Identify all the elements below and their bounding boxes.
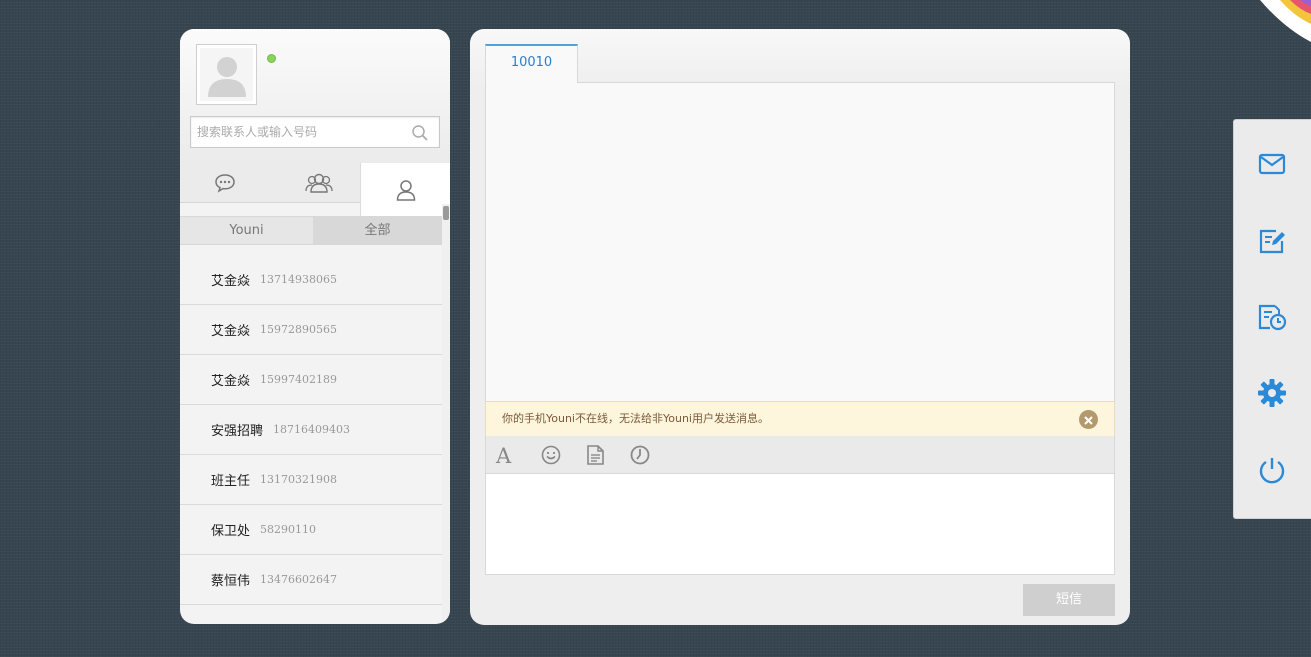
tab-contacts[interactable] (360, 163, 450, 217)
contact-phone: 13476602647 (260, 573, 337, 586)
contact-phone: 13170321908 (260, 473, 337, 486)
template-icon[interactable] (583, 443, 607, 467)
notice-text: 你的手机Youni不在线，无法给非Youni用户发送消息。 (502, 412, 769, 425)
list-item[interactable]: 艾金焱 15972890565 (180, 305, 442, 355)
emoji-icon[interactable] (539, 443, 563, 467)
contact-name: 保卫处 (211, 524, 251, 539)
conversation-tab[interactable]: 10010 (485, 44, 578, 83)
contact-name: 艾金焱 (211, 374, 251, 389)
compose-toolbar: A (485, 436, 1115, 474)
contact-name: 班主任 (211, 474, 251, 489)
contact-name: 艾金焱 (211, 324, 251, 339)
power-icon[interactable] (1256, 454, 1288, 486)
contact-phone: 58290110 (260, 523, 317, 536)
filter-youni-tab[interactable]: Youni (180, 217, 313, 244)
offline-notice: 你的手机Youni不在线，无法给非Youni用户发送消息。 (485, 401, 1115, 437)
settings-icon[interactable] (1256, 377, 1288, 409)
message-input[interactable] (486, 474, 1114, 574)
send-sms-button[interactable]: 短信 (1023, 584, 1115, 616)
contact-filter-bar: Youni 全部 (180, 216, 442, 245)
compose-icon[interactable] (1256, 225, 1288, 257)
list-item[interactable]: 保卫处 58290110 (180, 505, 442, 555)
list-item[interactable]: 艾金焱 15997402189 (180, 355, 442, 405)
online-status-indicator (267, 54, 276, 63)
contact-name: 艾金焱 (211, 274, 251, 289)
contacts-panel: Youni 全部 艾金焱 13714938065 艾金焱 15972890565… (180, 29, 450, 624)
chat-bubble-icon (215, 173, 235, 193)
compose-box (485, 473, 1115, 575)
search-input[interactable] (191, 117, 401, 147)
default-avatar-icon (208, 57, 246, 97)
group-icon (305, 173, 333, 193)
conversation-panel: 10010 你的手机Youni不在线，无法给非Youni用户发送消息。 A 短信 (470, 29, 1130, 625)
list-item[interactable]: 班主任 13170321908 (180, 455, 442, 505)
contact-name: 安强招聘 (211, 424, 264, 439)
contact-list-scrollbar[interactable] (442, 204, 450, 624)
avatar[interactable] (196, 44, 257, 105)
search-icon[interactable] (411, 124, 429, 146)
scrollbar-thumb[interactable] (443, 206, 449, 220)
contact-name: 蔡恒伟 (211, 574, 251, 589)
scheduled-icon[interactable] (1256, 301, 1288, 333)
schedule-icon[interactable] (628, 443, 652, 467)
tab-messages[interactable] (180, 163, 270, 202)
tab-groups[interactable] (274, 163, 364, 202)
search-box (190, 116, 440, 148)
close-icon[interactable] (1079, 410, 1098, 429)
font-icon[interactable]: A (494, 443, 518, 467)
list-item[interactable]: 安强招聘 18716409403 (180, 405, 442, 455)
contact-list: 艾金焱 13714938065 艾金焱 15972890565 艾金焱 1599… (180, 255, 442, 605)
contact-type-tabs (180, 163, 450, 217)
profile-header (180, 29, 450, 164)
filter-all-tab[interactable]: 全部 (313, 217, 442, 244)
contact-phone: 15997402189 (260, 373, 337, 386)
mail-icon[interactable] (1256, 148, 1288, 180)
contact-phone: 18716409403 (273, 423, 350, 436)
contact-phone: 15972890565 (260, 323, 337, 336)
contact-phone: 13714938065 (260, 273, 337, 286)
message-history[interactable] (485, 82, 1115, 402)
person-icon (396, 180, 415, 201)
list-item[interactable]: 蔡恒伟 13476602647 (180, 555, 442, 605)
list-item[interactable]: 艾金焱 13714938065 (180, 255, 442, 305)
right-dock (1233, 119, 1311, 519)
corner-decoration (1256, 0, 1311, 42)
svg-text:A: A (495, 444, 512, 466)
